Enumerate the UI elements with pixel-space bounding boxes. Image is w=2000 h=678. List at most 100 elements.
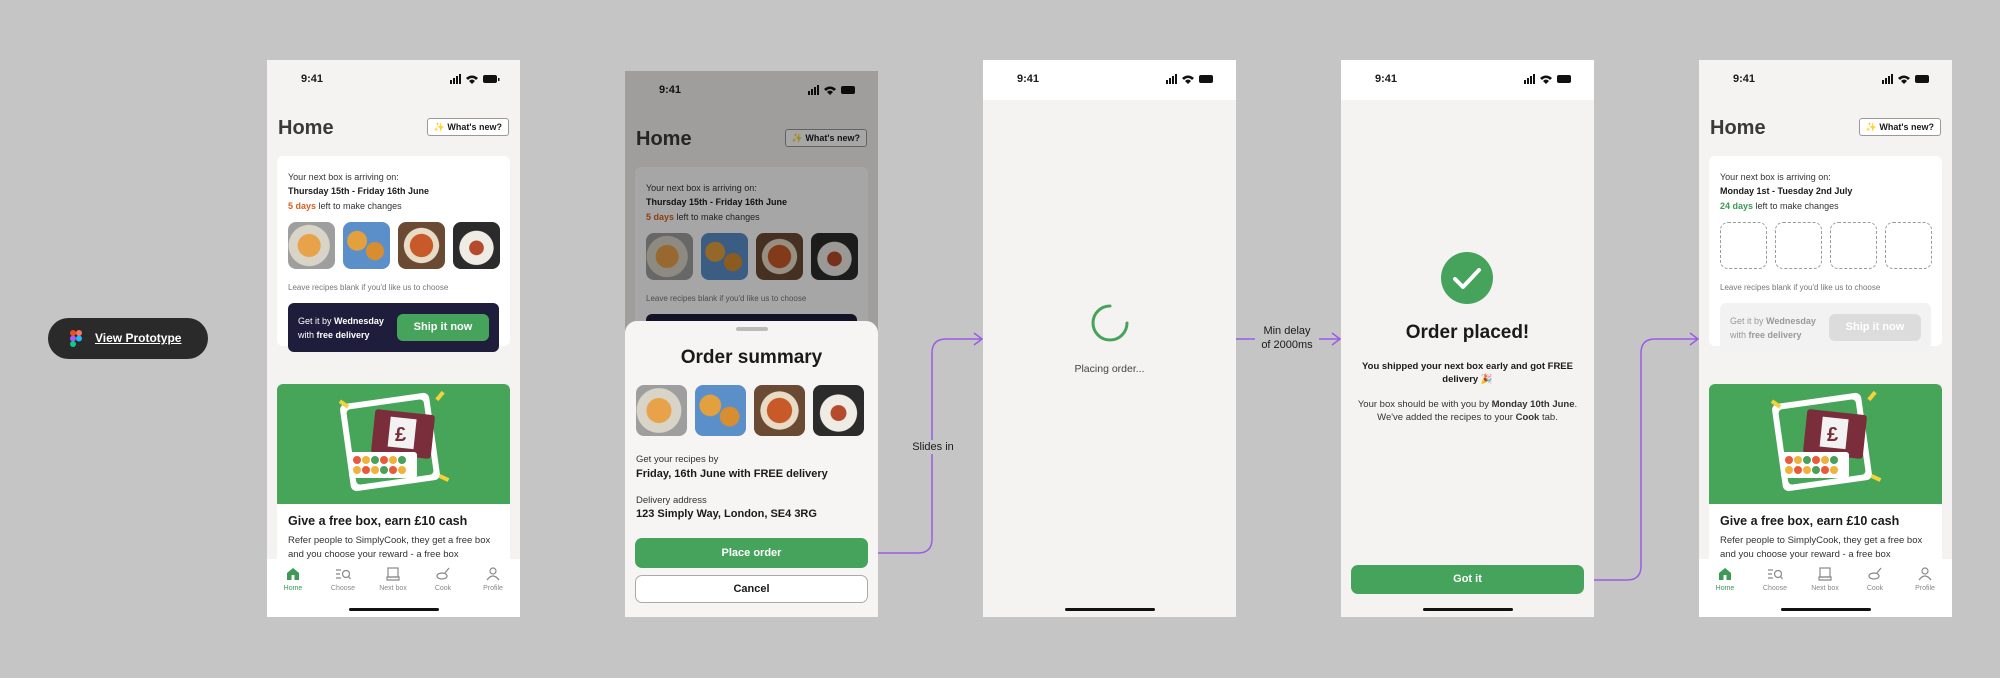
eta-text-3: tab. xyxy=(1539,412,1558,423)
page-title: Home xyxy=(278,117,334,139)
cancel-button[interactable]: Cancel xyxy=(635,575,868,603)
screen-order-summary: 9:41 Home ✨ What's new? Your next box is… xyxy=(625,71,878,617)
tab-profile[interactable]: Profile xyxy=(1905,567,1945,592)
flow-label-min-delay-line2: of 2000ms xyxy=(1261,339,1313,351)
status-icons xyxy=(1882,74,1929,84)
ship-day: Wednesday xyxy=(1766,316,1816,326)
whats-new-button[interactable]: ✨ What's new? xyxy=(426,118,509,136)
status-bar: 9:41 xyxy=(1699,60,1952,100)
referral-promo-card[interactable]: £ Give a free box, earn £10 cash Refer p… xyxy=(277,384,510,584)
delivery-dates: Thursday 15th - Friday 16th June xyxy=(288,186,430,196)
box-icon xyxy=(1818,567,1832,581)
empty-recipe-slot[interactable] xyxy=(1775,222,1822,269)
status-time: 9:41 xyxy=(1733,73,1756,85)
got-it-button[interactable]: Got it xyxy=(1351,565,1584,594)
eta-date: Monday 10th June xyxy=(1491,399,1575,410)
referral-promo-card[interactable]: £ Give a free box, earn £10 cash Refer p… xyxy=(1709,384,1942,584)
status-icons xyxy=(1524,74,1571,84)
ship-line-2: with free delivery xyxy=(298,328,384,342)
status-bar: 9:41 xyxy=(1341,60,1594,100)
tab-cook[interactable]: Cook xyxy=(1855,567,1895,592)
promo-body: Refer people to SimplyCook, they get a f… xyxy=(288,535,491,560)
days-left-suffix: left to make changes xyxy=(316,201,402,211)
home-indicator xyxy=(1781,608,1871,611)
status-icons xyxy=(450,74,500,84)
recipe-thumbnail[interactable] xyxy=(453,222,500,269)
tab-next-box-label: Next box xyxy=(1811,585,1839,592)
tab-choose[interactable]: Choose xyxy=(323,567,363,592)
tab-choose[interactable]: Choose xyxy=(1755,567,1795,592)
tab-choose-label: Choose xyxy=(330,585,356,592)
recipes-hint: Leave recipes blank if you'd like us to … xyxy=(288,283,449,292)
order-placed-title: Order placed! xyxy=(1405,322,1530,343)
gift-box-cash-icon: £ xyxy=(338,390,450,492)
success-check-icon xyxy=(1441,252,1493,304)
days-left-count: 5 days xyxy=(288,201,317,211)
tab-profile-label: Profile xyxy=(1915,585,1935,592)
gift-box-cash-icon: £ xyxy=(1770,390,1882,492)
tab-cook-label: Cook xyxy=(1866,585,1884,592)
home-icon xyxy=(287,568,299,580)
ship-line-2-prefix: with xyxy=(1730,330,1749,340)
ship-now-banner: Get it by Wednesday with free delivery S… xyxy=(288,303,499,352)
pan-icon xyxy=(1868,567,1882,580)
flow-label-min-delay-line1: Min delay xyxy=(1263,325,1311,337)
tab-bar: Home Choose Next box Cook Profile xyxy=(1699,559,1952,617)
empty-recipe-slot[interactable] xyxy=(1885,222,1932,269)
tab-profile[interactable]: Profile xyxy=(473,567,513,592)
tab-cook-label: Cook xyxy=(434,585,452,592)
order-placed-message: You shipped your next box early and got … xyxy=(1362,361,1573,385)
tab-home[interactable]: Home xyxy=(1705,567,1745,592)
box-icon xyxy=(386,567,400,581)
status-bar: 9:41 xyxy=(267,60,520,100)
tab-next-box[interactable]: Next box xyxy=(1805,567,1845,592)
whats-new-button[interactable]: ✨ What's new? xyxy=(1858,118,1941,136)
status-icons xyxy=(1166,74,1213,84)
tab-home[interactable]: Home xyxy=(273,567,313,592)
order-summary-sheet: Order summary Get your recipes by Friday… xyxy=(625,321,878,617)
recipe-thumbnail[interactable] xyxy=(288,222,335,269)
recipe-thumbnail[interactable] xyxy=(343,222,390,269)
next-box-card: Your next box is arriving on: Thursday 1… xyxy=(277,156,510,352)
ship-free-delivery: free delivery xyxy=(1748,330,1802,340)
recipe-thumbnail xyxy=(754,385,805,436)
ship-line-1-prefix: Get it by xyxy=(1730,316,1767,326)
ship-line-2-prefix: with xyxy=(298,330,317,340)
flow-label-min-delay: Min delay of 2000ms xyxy=(1255,324,1319,352)
ship-it-now-button[interactable]: Ship it now xyxy=(397,314,489,341)
address-value: 123 Simply Way, London, SE4 3RG xyxy=(636,508,817,520)
ship-day: Wednesday xyxy=(334,316,384,326)
choose-icon xyxy=(1768,569,1783,580)
tab-next-box[interactable]: Next box xyxy=(373,567,413,592)
days-left-count: 24 days xyxy=(1720,201,1754,211)
svg-text:£: £ xyxy=(395,424,406,446)
ship-now-text: Get it by Wednesday with free delivery xyxy=(298,314,384,342)
tab-next-box-label: Next box xyxy=(379,585,407,592)
delivery-dates: Monday 1st - Tuesday 2nd July xyxy=(1720,186,1853,196)
ship-it-now-button-disabled: Ship it now xyxy=(1829,314,1921,341)
days-left-text: 24 days left to make changes xyxy=(1720,201,1839,211)
address-label: Delivery address xyxy=(636,495,707,506)
recipe-thumbnail[interactable] xyxy=(398,222,445,269)
empty-recipe-slot[interactable] xyxy=(1720,222,1767,269)
screen-placing-order: 9:41 Placing order... xyxy=(983,60,1236,617)
promo-title: Give a free box, earn £10 cash xyxy=(288,514,468,528)
home-indicator xyxy=(1423,608,1513,611)
sheet-grab-handle[interactable] xyxy=(736,327,768,331)
ship-line-2: with free delivery xyxy=(1730,328,1816,342)
flow-label-slides-in: Slides in xyxy=(905,440,961,454)
arriving-label: Your next box is arriving on: xyxy=(1720,172,1831,182)
tab-home-label: Home xyxy=(1715,585,1735,592)
days-left-text: 5 days left to make changes xyxy=(288,201,402,211)
days-left-suffix: left to make changes xyxy=(1753,201,1839,211)
recipes-by-label: Get your recipes by xyxy=(636,454,719,465)
empty-recipe-slot[interactable] xyxy=(1830,222,1877,269)
place-order-button[interactable]: Place order xyxy=(635,538,868,568)
ship-line-1: Get it by Wednesday xyxy=(298,314,384,328)
placing-order-text: Placing order... xyxy=(1074,363,1145,375)
ship-line-1: Get it by Wednesday xyxy=(1730,314,1816,328)
screen-order-placed: 9:41 Order placed! You shipped your next… xyxy=(1341,60,1594,617)
tab-bar: Home Choose Next box Cook Profile xyxy=(267,559,520,617)
profile-icon xyxy=(1918,567,1932,581)
tab-cook[interactable]: Cook xyxy=(423,567,463,592)
